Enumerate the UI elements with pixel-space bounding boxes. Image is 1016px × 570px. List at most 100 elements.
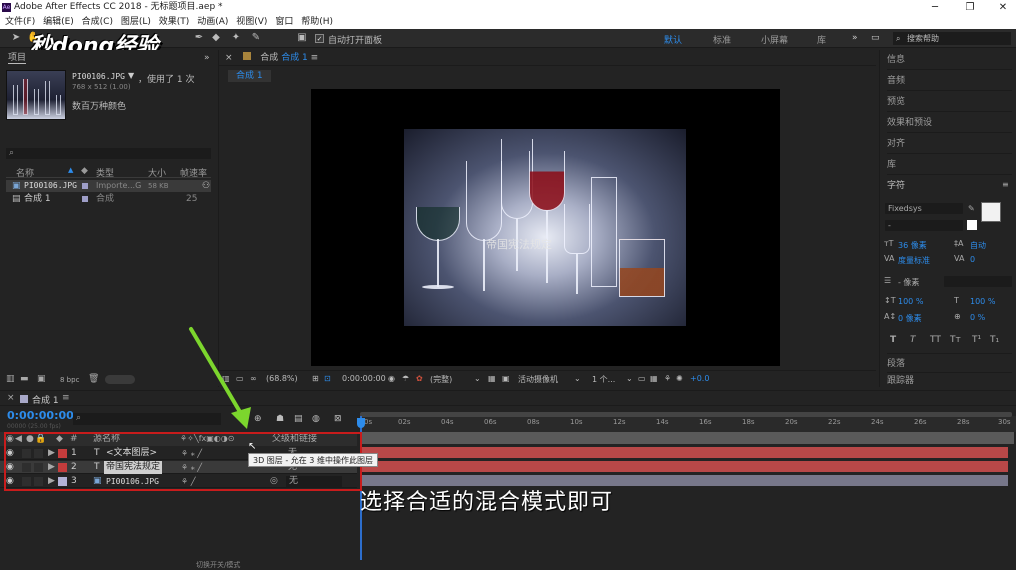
- stroke-width-value[interactable]: - 像素: [898, 277, 919, 288]
- search-help-input[interactable]: ⌕ 搜索帮助: [893, 32, 1011, 45]
- viewer-time[interactable]: 0:00:00:00: [342, 374, 386, 383]
- fast-preview-icon[interactable]: ▭: [638, 374, 646, 383]
- frame-blending-icon[interactable]: ◍: [312, 414, 320, 424]
- new-folder-icon[interactable]: ▬: [20, 374, 29, 384]
- timeline-zoom-bar[interactable]: [360, 412, 1012, 417]
- workspace-panel-icon[interactable]: ▭: [871, 33, 880, 43]
- project-tab[interactable]: 项目: [8, 53, 27, 64]
- interpret-icon[interactable]: ▥: [6, 374, 15, 384]
- zoom-value[interactable]: (68.8%): [266, 374, 298, 383]
- label-swatch[interactable]: [82, 183, 88, 189]
- eyedropper-icon[interactable]: ✎: [968, 204, 975, 213]
- time-ruler[interactable]: 0s 02s 04s 06s 08s 10s 12s 14s 16s 18s 2…: [360, 416, 1016, 432]
- views-dropdown-icon[interactable]: ⌄: [626, 374, 633, 383]
- snapshot-icon[interactable]: ◉: [388, 374, 395, 383]
- camera-select[interactable]: 活动摄像机: [518, 374, 558, 385]
- col-size[interactable]: 大小: [148, 166, 166, 179]
- timeline-icon[interactable]: ▦: [650, 374, 658, 383]
- more-workspaces-icon[interactable]: »: [852, 33, 858, 43]
- menu-file[interactable]: 文件(F): [5, 15, 35, 29]
- sort-up-icon[interactable]: ▲: [68, 166, 73, 174]
- workspace-library[interactable]: 库: [817, 33, 826, 46]
- viewer-comp-name[interactable]: 合成 1: [281, 53, 308, 63]
- channel-icon[interactable]: ✿: [416, 374, 423, 383]
- menu-effect[interactable]: 效果(T): [159, 15, 190, 29]
- close-tab-icon[interactable]: ×: [225, 53, 233, 63]
- close-icon[interactable]: ✕: [988, 0, 1016, 15]
- new-comp-icon[interactable]: ▣: [37, 374, 46, 384]
- comp-mini-flowchart-icon[interactable]: ⊕: [254, 414, 262, 424]
- small-caps-button[interactable]: Tт: [950, 335, 961, 345]
- horizontal-scale-value[interactable]: 100 %: [970, 297, 995, 306]
- fit-icon[interactable]: ⊞: [312, 374, 319, 383]
- work-area-bar[interactable]: [360, 432, 1014, 444]
- thumb-dropdown-icon[interactable]: ▼: [128, 71, 134, 80]
- mask-icon[interactable]: ▣: [502, 374, 510, 383]
- views-select[interactable]: 1 个...: [592, 374, 615, 385]
- faux-bold-button[interactable]: T: [890, 335, 896, 345]
- faux-italic-button[interactable]: T: [910, 335, 916, 345]
- library-panel-tab[interactable]: 库: [887, 155, 1012, 175]
- minimize-icon[interactable]: ─: [920, 0, 950, 15]
- transparency-grid-icon[interactable]: ▦: [488, 374, 496, 383]
- menu-edit[interactable]: 编辑(E): [43, 15, 74, 29]
- timeline-comp-tab[interactable]: 合成 1: [32, 393, 59, 406]
- menu-layer[interactable]: 图层(L): [121, 15, 151, 29]
- tsume-value[interactable]: 0 %: [970, 313, 985, 322]
- tracker-panel-tab[interactable]: 跟踪器: [887, 375, 1012, 387]
- paragraph-panel-tab[interactable]: 段落: [887, 353, 1012, 373]
- region-icon[interactable]: ⊡: [324, 374, 331, 383]
- workspace-default[interactable]: 默认: [664, 33, 682, 46]
- snap-icon[interactable]: ▣: [296, 32, 308, 44]
- camera-dropdown-icon[interactable]: ⌄: [574, 374, 581, 383]
- shy-layers-icon[interactable]: ▤: [294, 414, 303, 424]
- project-item-comp[interactable]: ▤ 合成 1 合成 25: [6, 193, 211, 205]
- workspace-standard[interactable]: 标准: [713, 33, 731, 46]
- font-family-select[interactable]: Fixedsys: [885, 203, 963, 214]
- effects-presets-tab[interactable]: 效果和预设: [887, 113, 1012, 133]
- workspace-small-screen[interactable]: 小屏幕: [761, 33, 788, 46]
- audio-panel-tab[interactable]: 音频: [887, 71, 1012, 91]
- label-swatch[interactable]: [82, 196, 88, 202]
- font-size-value[interactable]: 36 像素: [898, 240, 927, 251]
- timeline-timecode[interactable]: 0:00:00:00: [7, 409, 74, 422]
- vertical-scale-value[interactable]: 100 %: [898, 297, 923, 306]
- menu-composition[interactable]: 合成(C): [82, 15, 113, 29]
- show-snapshot-icon[interactable]: ☂: [402, 374, 409, 383]
- menu-window[interactable]: 窗口: [275, 15, 293, 29]
- playhead-handle[interactable]: [357, 418, 365, 428]
- thumbnail-slider[interactable]: [105, 375, 135, 384]
- project-item-image[interactable]: ▣ PI00106.JPG Importe...G 58 KB ⚇: [6, 180, 211, 192]
- font-style-select[interactable]: -: [885, 220, 963, 231]
- auto-open-checkbox[interactable]: ✓: [315, 34, 324, 43]
- project-search-input[interactable]: ⌕: [6, 148, 211, 159]
- overlay-text-layer[interactable]: 帝国宪法规定: [486, 236, 552, 252]
- menu-help[interactable]: 帮助(H): [301, 15, 333, 29]
- maximize-icon[interactable]: ❐: [955, 0, 985, 15]
- col-name[interactable]: 名称: [16, 166, 34, 179]
- info-panel-tab[interactable]: 信息: [887, 50, 1012, 70]
- tracking-value[interactable]: 0: [970, 255, 975, 264]
- fill-color-swatch[interactable]: [967, 220, 977, 230]
- exposure-value[interactable]: +0.0: [690, 374, 709, 383]
- panel-menu-icon[interactable]: ≡: [1002, 180, 1009, 189]
- reset-exposure-icon[interactable]: ✺: [676, 374, 683, 383]
- lock-icon[interactable]: [243, 52, 252, 60]
- col-fps[interactable]: 帧速率: [180, 166, 207, 179]
- toggle-switches-modes[interactable]: 切换开关/模式: [196, 560, 240, 570]
- eraser-tool-icon[interactable]: ◆: [210, 32, 222, 44]
- col-type[interactable]: 类型: [96, 166, 114, 179]
- text-color-swatch[interactable]: [981, 202, 1001, 222]
- layer-duration-bar[interactable]: [362, 447, 1008, 458]
- timeline-menu-icon[interactable]: ≡: [62, 393, 70, 403]
- superscript-button[interactable]: T¹: [972, 335, 981, 345]
- puppet-tool-icon[interactable]: ✦: [230, 32, 242, 44]
- flowchart-icon[interactable]: ⚘: [664, 374, 671, 383]
- preview-panel-tab[interactable]: 预览: [887, 92, 1012, 112]
- bpc-label[interactable]: 8 bpc: [60, 376, 79, 384]
- character-panel-title[interactable]: 字符: [887, 176, 1012, 196]
- graph-editor-icon[interactable]: ⊠: [334, 414, 342, 424]
- stroke-type-select[interactable]: [944, 276, 1012, 287]
- label-col-icon[interactable]: ◆: [81, 166, 88, 176]
- quality-dropdown-icon[interactable]: ⌄: [474, 374, 481, 383]
